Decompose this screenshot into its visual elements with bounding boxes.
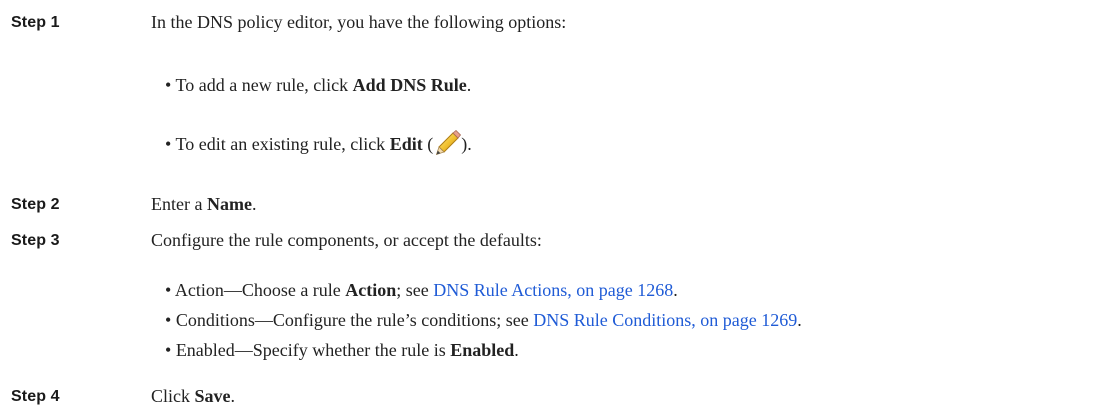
bullet-text: Enabled—Specify whether the rule is bbox=[175, 340, 451, 360]
pencil-icon bbox=[433, 129, 462, 156]
step-3-text: Configure the rule components, or accept… bbox=[151, 230, 542, 250]
bullet-mark: • bbox=[165, 75, 172, 95]
list-item: • Action—Choose a rule Action; see DNS R… bbox=[165, 280, 678, 300]
step-2-text: Enter a Name. bbox=[151, 194, 257, 214]
bold-text: Add DNS Rule bbox=[352, 75, 467, 95]
bold-text: Save bbox=[194, 386, 231, 406]
step-3-label: Step 3 bbox=[11, 232, 60, 249]
list-item: • Conditions—Configure the rule’s condit… bbox=[165, 310, 802, 330]
bold-text: Edit bbox=[389, 134, 423, 154]
bullet-mark: • bbox=[165, 340, 172, 360]
list-item: • To add a new rule, click Add DNS Rule. bbox=[165, 75, 472, 95]
list-item: • To edit an existing rule, click Edit (… bbox=[165, 129, 472, 156]
step-1-text: In the DNS policy editor, you have the f… bbox=[151, 12, 567, 32]
bullet-mark: • bbox=[165, 280, 172, 300]
step-1-label: Step 1 bbox=[11, 14, 60, 31]
list-item: • Enabled—Specify whether the rule is En… bbox=[165, 340, 519, 360]
bullet-text: To edit an existing rule, click bbox=[175, 134, 390, 154]
bold-text: Name bbox=[206, 194, 252, 214]
bold-text: Action bbox=[345, 280, 397, 300]
bullet-mark: • bbox=[165, 310, 172, 330]
bold-text: Enabled bbox=[450, 340, 515, 360]
bullet-text: To add a new rule, click bbox=[175, 75, 353, 95]
step-2-label: Step 2 bbox=[11, 196, 60, 213]
bullet-mark: • bbox=[165, 134, 172, 154]
bullet-text: Conditions—Configure the rule’s conditio… bbox=[175, 310, 534, 330]
dns-rule-actions-link[interactable]: DNS Rule Actions, on page 1268 bbox=[433, 280, 673, 300]
step-4-text: Click Save. bbox=[151, 386, 235, 406]
dns-rule-conditions-link[interactable]: DNS Rule Conditions, on page 1269 bbox=[533, 310, 797, 330]
step-4-label: Step 4 bbox=[11, 388, 60, 405]
bullet-text: Action—Choose a rule bbox=[174, 280, 346, 300]
